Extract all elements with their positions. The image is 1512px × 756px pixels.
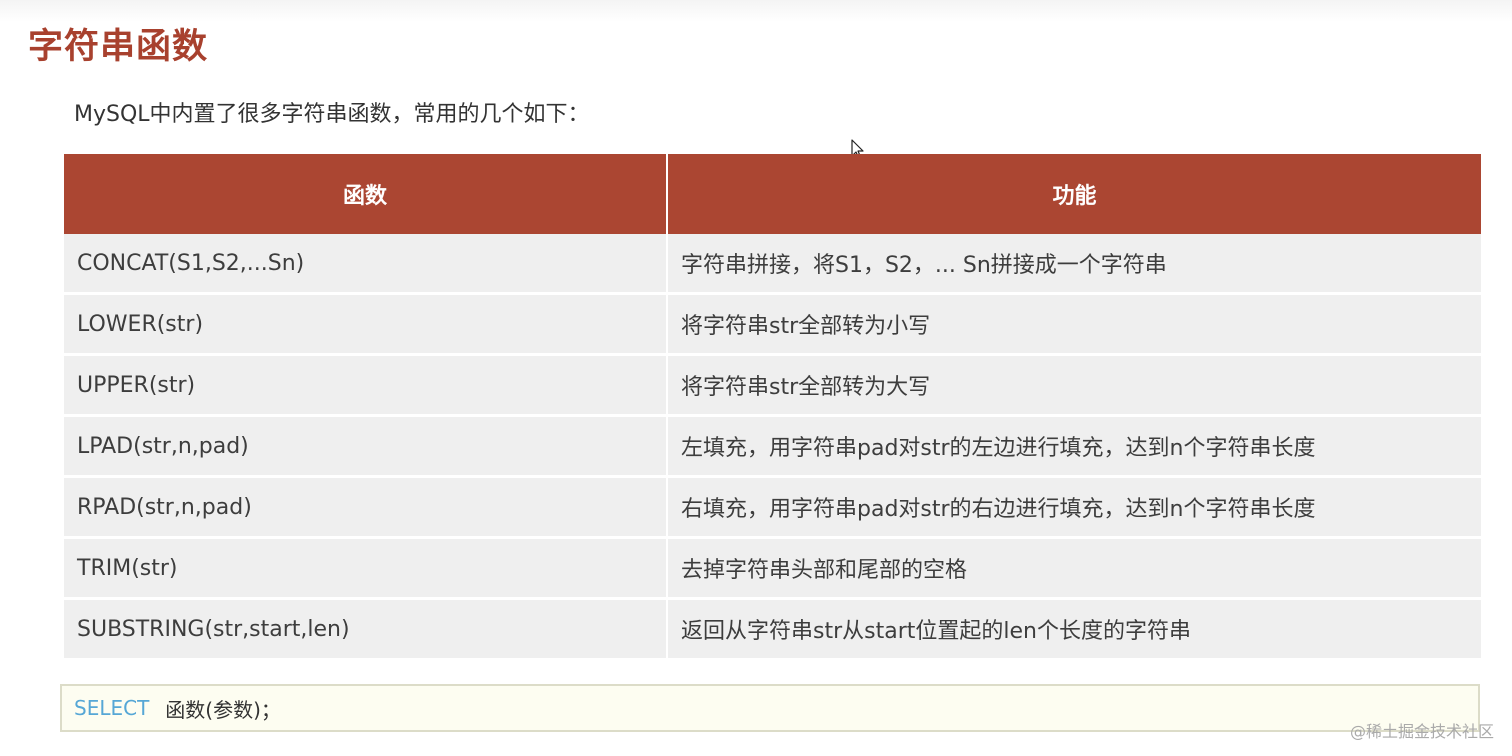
description-cell: 字符串拼接，将S1，S2，... Sn拼接成一个字符串	[667, 234, 1481, 295]
column-header-function: 函数	[64, 154, 668, 234]
table-row: SUBSTRING(str,start,len) 返回从字符串str从start…	[64, 598, 1481, 661]
intro-text: MySQL中内置了很多字符串函数，常用的几个如下：	[74, 102, 590, 127]
description-cell: 将字符串str全部转为小写	[667, 293, 1481, 356]
page-title: 字符串函数	[28, 27, 209, 67]
function-cell: CONCAT(S1,S2,...Sn)	[64, 234, 668, 295]
sql-keyword-select: SELECT	[74, 696, 150, 720]
function-cell: RPAD(str,n,pad)	[64, 476, 668, 539]
description-cell: 将字符串str全部转为大写	[667, 354, 1481, 417]
description-cell: 右填充，用字符串pad对str的右边进行填充，达到n个字符串长度	[667, 476, 1481, 539]
table-row: TRIM(str) 去掉字符串头部和尾部的空格	[64, 537, 1481, 600]
table-row: LOWER(str) 将字符串str全部转为小写	[64, 293, 1481, 356]
description-cell: 左填充，用字符串pad对str的左边进行填充，达到n个字符串长度	[667, 415, 1481, 478]
sql-syntax-args: 函数(参数)；	[165, 697, 281, 722]
table-row: CONCAT(S1,S2,...Sn) 字符串拼接，将S1，S2，... Sn拼…	[64, 234, 1481, 295]
watermark: @稀土掘金技术社区	[1349, 722, 1494, 741]
description-cell: 返回从字符串str从start位置起的len个长度的字符串	[667, 598, 1481, 661]
table-row: RPAD(str,n,pad) 右填充，用字符串pad对str的右边进行填充，达…	[64, 476, 1481, 539]
function-cell: LPAD(str,n,pad)	[64, 415, 668, 478]
column-header-description: 功能	[667, 154, 1481, 234]
function-cell: TRIM(str)	[64, 537, 668, 600]
description-cell: 去掉字符串头部和尾部的空格	[667, 537, 1481, 600]
table-row: UPPER(str) 将字符串str全部转为大写	[64, 354, 1481, 417]
function-cell: SUBSTRING(str,start,len)	[64, 598, 668, 661]
string-functions-table: 函数 功能 CONCAT(S1,S2,...Sn) 字符串拼接，将S1，S2，.…	[64, 154, 1481, 661]
top-bar-shade	[0, 0, 1512, 22]
function-cell: UPPER(str)	[64, 354, 668, 417]
table-header-row: 函数 功能	[64, 154, 1481, 234]
sql-syntax-box: SELECT 函数(参数)；	[60, 684, 1480, 732]
table-row: LPAD(str,n,pad) 左填充，用字符串pad对str的左边进行填充，达…	[64, 415, 1481, 478]
function-cell: LOWER(str)	[64, 293, 668, 356]
